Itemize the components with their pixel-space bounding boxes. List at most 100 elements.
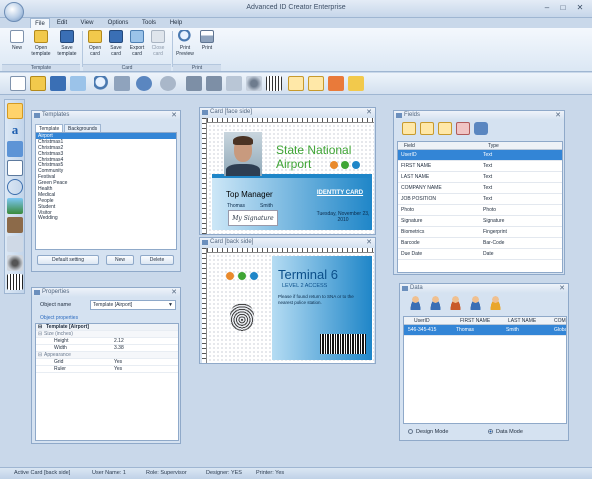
card-back-canvas[interactable]: Terminal 6 LEVEL 2 ACCESS Please if foun… [202,248,374,363]
image-tool-icon[interactable] [7,198,23,214]
minimize-button[interactable]: – [540,2,554,13]
menu-options[interactable]: Options [104,18,132,28]
text-tool-icon[interactable]: a [7,122,23,138]
templates-list[interactable]: Airport Christmas1 Christmas2 Christmas3… [35,132,177,250]
property-width[interactable]: Width 3.38 [36,345,178,352]
property-ruler-toggle[interactable]: Ruler Yes [36,366,178,373]
tab-template[interactable]: Template [35,124,64,132]
table-row[interactable]: Photo Photo [398,205,562,216]
panel-close-icon[interactable]: ✕ [555,111,561,120]
book-icon[interactable] [348,76,364,91]
table-row[interactable]: Biometrics Fingerprint [398,227,562,238]
card-position[interactable]: Top Manager [226,190,273,199]
property-group-appearance[interactable]: ⊟ Appearance [36,352,178,359]
save-card-button[interactable]: Save card [105,30,127,57]
add-record-icon[interactable] [408,295,423,310]
pointer-tool-icon[interactable] [7,103,23,119]
maximize-button[interactable]: □ [556,2,570,13]
new-template-button[interactable]: New [106,255,134,265]
photo-tool-icon[interactable] [7,217,23,233]
edit-record-icon[interactable] [428,295,443,310]
default-setting-button[interactable]: Default setting [37,255,99,265]
open-template-button[interactable]: Open template [30,30,52,57]
import-records-icon[interactable] [468,295,483,310]
barcode-icon[interactable] [266,76,282,91]
field-settings-icon[interactable] [456,122,470,135]
save-template-button[interactable]: Save template [56,30,78,57]
card-photo[interactable] [224,132,262,176]
new-button[interactable]: New [6,30,28,51]
camera-icon[interactable] [186,76,202,91]
card-barcode[interactable] [320,334,366,354]
menu-view[interactable]: View [76,18,98,28]
table-row[interactable]: LAST NAME Text [398,172,562,183]
fingerprint-tool-icon[interactable] [7,255,23,271]
card-signature[interactable]: My Signature [228,210,278,226]
object-name-select[interactable]: Template [Airport] ▼ [90,300,176,310]
menu-help[interactable]: Help [166,18,186,28]
fingerprint-icon[interactable] [246,76,262,91]
open-icon[interactable] [30,76,46,91]
rectangle-outline-tool-icon[interactable] [7,160,23,176]
card-first-name[interactable]: Thomas [227,203,245,209]
edit-field-icon[interactable] [420,122,434,135]
print-icon[interactable] [114,76,130,91]
close-card-button[interactable]: Close card [147,30,169,57]
rectangle-tool-icon[interactable] [7,141,23,157]
ellipse-tool-icon[interactable] [7,179,23,195]
table-row[interactable]: FIRST NAME Text [398,161,562,172]
table-row[interactable]: Barcode Bar-Code [398,238,562,249]
delete-template-button[interactable]: Delete [140,255,174,265]
property-grid-toggle[interactable]: Grid Yes [36,359,178,366]
save-icon[interactable] [50,76,66,91]
table-row[interactable]: UserID Text [398,150,562,161]
barcode-tool-icon[interactable] [7,274,23,290]
card-badge[interactable]: IDENTITY CARD [312,190,368,196]
signature-tool-icon[interactable] [7,236,23,252]
grid-icon[interactable] [288,76,304,91]
export-card-button[interactable]: Export card [126,30,148,57]
card-notice[interactable]: Please if found return to SNA or to the … [278,294,358,305]
delete-field-icon[interactable] [438,122,452,135]
panel-close-icon[interactable]: ✕ [366,108,372,117]
user-group-icon[interactable] [488,295,503,310]
panel-close-icon[interactable]: ✕ [366,238,372,247]
menu-edit[interactable]: Edit [52,18,72,28]
table-row[interactable]: Signature Signature [398,216,562,227]
print-preview-button[interactable]: Print Preview [174,30,196,57]
table-row[interactable]: Due Date Date [398,249,562,260]
database-icon[interactable] [474,122,488,135]
property-height[interactable]: Height 2.12 [36,338,178,345]
delete-record-icon[interactable] [448,295,463,310]
redo-icon[interactable] [160,76,176,91]
card-date[interactable]: Tuesday, November 23, 2010 [314,211,372,223]
card-face-canvas[interactable]: State National Airport Top Manager IDENT… [202,118,374,234]
add-field-icon[interactable] [402,122,416,135]
panel-close-icon[interactable]: ✕ [559,284,565,293]
scanner-icon[interactable] [206,76,222,91]
signature-pad-icon[interactable] [226,76,242,91]
data-mode-radio[interactable]: Data Mode [488,429,523,435]
zoom-icon[interactable] [94,76,110,91]
card-line2[interactable]: Airport [276,157,311,171]
export-icon[interactable] [70,76,86,91]
table-row[interactable]: COMPANY NAME Text [398,183,562,194]
menu-file[interactable]: File [30,18,50,28]
list-item[interactable]: Wedding [36,215,176,222]
menu-tools[interactable]: Tools [138,18,160,28]
panel-close-icon[interactable]: ✕ [171,111,177,120]
undo-icon[interactable] [136,76,152,91]
property-root[interactable]: ⊟ Template [Airport] [36,324,178,331]
gauge-icon[interactable] [308,76,324,91]
property-group-size[interactable]: ⊟ Size (inches) [36,331,178,338]
new-icon[interactable] [10,76,26,91]
fingerprint-icon[interactable] [230,303,254,331]
panel-close-icon[interactable]: ✕ [171,288,177,297]
card-last-name[interactable]: Smith [260,203,273,209]
card-terminal[interactable]: Terminal 6 [278,267,338,282]
card-access-level[interactable]: LEVEL 2 ACCESS [282,283,327,289]
card-line1[interactable]: State National [276,143,351,157]
tab-backgrounds[interactable]: Backgrounds [64,124,102,132]
design-mode-radio[interactable]: Design Mode [408,429,448,435]
close-button[interactable]: ✕ [573,2,587,13]
